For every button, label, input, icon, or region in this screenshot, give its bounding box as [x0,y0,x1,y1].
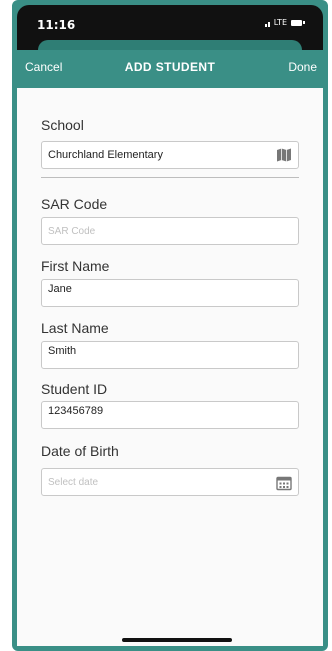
calendar-icon[interactable] [276,475,292,491]
home-indicator[interactable] [122,638,232,642]
dob-input[interactable]: Select date [41,468,299,496]
first-name-input[interactable]: Jane [41,279,299,307]
sar-code-input[interactable]: SAR Code [41,217,299,245]
student-id-label: Student ID [41,381,108,397]
school-value: Churchland Elementary [48,149,163,161]
map-icon[interactable] [276,147,292,163]
first-name-label: First Name [41,258,110,274]
school-field[interactable]: Churchland Elementary [41,141,299,169]
battery-tip [303,21,305,24]
dob-placeholder: Select date [48,477,99,488]
nav-bar: Cancel ADD STUDENT Done [17,50,323,88]
network-label: LTE [273,18,287,27]
last-name-value: Smith [48,345,77,357]
sar-code-placeholder: SAR Code [48,226,96,237]
last-name-label: Last Name [41,320,109,336]
phone-screen: 11:16 LTE Cancel ADD STUDENT Done School… [12,0,328,651]
first-name-value: Jane [48,283,72,295]
form-content: School Churchland Elementary SAR Code SA… [17,88,323,646]
school-label: School [41,117,84,133]
done-button[interactable]: Done [288,60,317,74]
page-title: ADD STUDENT [124,60,216,74]
student-id-value: 123456789 [48,405,104,417]
dob-label: Date of Birth [41,443,119,459]
section-divider [41,177,299,178]
sar-code-label: SAR Code [41,196,108,212]
status-indicators: LTE [264,18,305,27]
last-name-input[interactable]: Smith [41,341,299,369]
status-time: 11:16 [37,18,76,32]
battery-icon [291,19,302,26]
student-id-input[interactable]: 123456789 [41,401,299,429]
signal-icon [264,19,270,27]
